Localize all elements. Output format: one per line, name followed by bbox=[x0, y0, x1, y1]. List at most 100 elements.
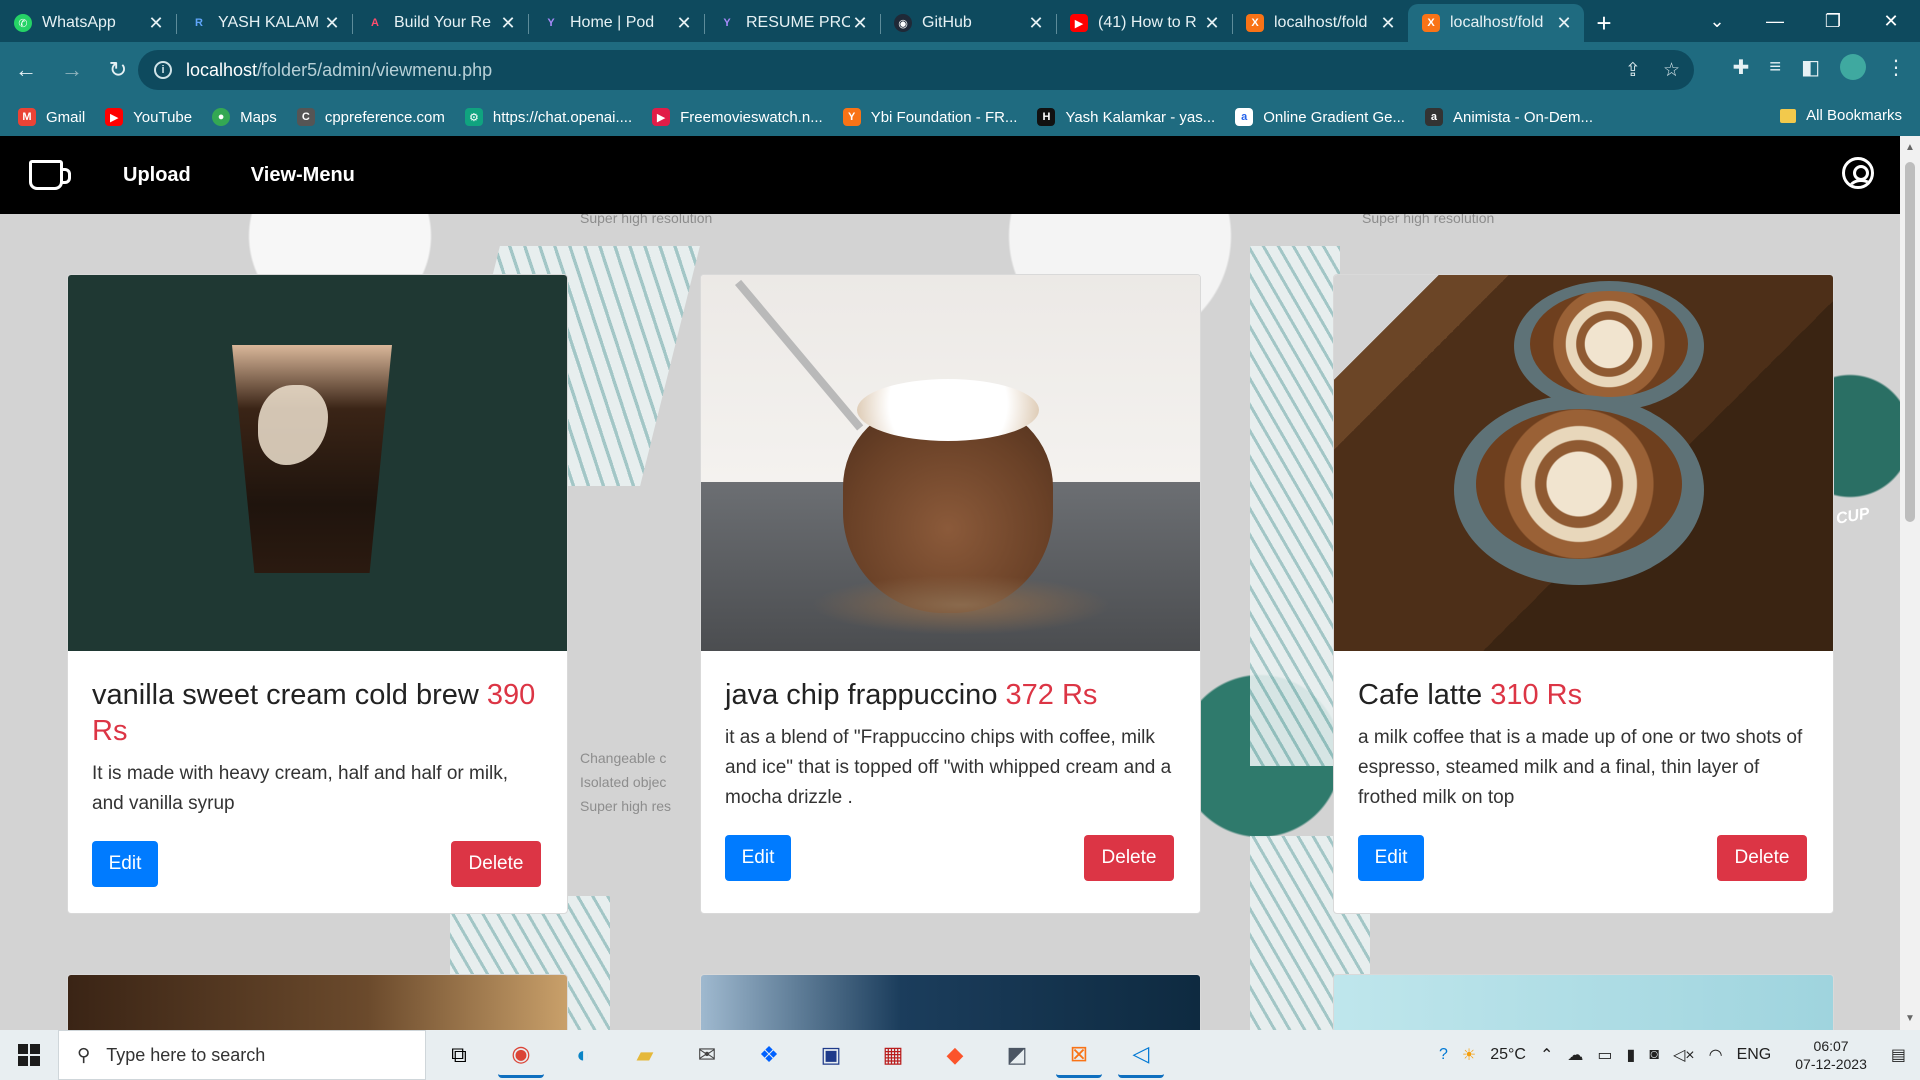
menu-icon[interactable]: ⋮ bbox=[1886, 55, 1906, 80]
edit-button[interactable]: Edit bbox=[725, 835, 791, 881]
reload-icon[interactable]: ↻ bbox=[98, 50, 138, 90]
start-button[interactable] bbox=[0, 1030, 58, 1080]
all-bookmarks-button[interactable]: All Bookmarks bbox=[1780, 107, 1902, 124]
close-window-icon[interactable]: ✕ bbox=[1862, 11, 1920, 32]
minimize-icon[interactable]: — bbox=[1746, 11, 1804, 32]
help-icon[interactable]: ? bbox=[1439, 1046, 1448, 1064]
app-icon[interactable]: ▦ bbox=[870, 1032, 916, 1078]
dropbox-icon[interactable]: ❖ bbox=[746, 1032, 792, 1078]
taskbar-search-box[interactable]: ⚲ Type here to search bbox=[58, 1030, 426, 1080]
close-tab-icon[interactable]: ✕ bbox=[1378, 13, 1398, 34]
file-explorer-icon[interactable]: ▰ bbox=[622, 1032, 668, 1078]
bookmark-ybi[interactable]: Y Ybi Foundation - FR... bbox=[842, 108, 1017, 126]
scroll-up-icon[interactable]: ▲ bbox=[1905, 142, 1915, 153]
tab-youtube[interactable]: ▶ (41) How to R ✕ bbox=[1056, 4, 1232, 42]
xampp-icon[interactable]: ⊠ bbox=[1056, 1032, 1102, 1078]
background-label: Super high res bbox=[580, 798, 672, 814]
chevron-up-icon[interactable]: ⌃ bbox=[1540, 1045, 1553, 1065]
openai-icon: ⚙ bbox=[464, 108, 483, 126]
notifications-icon[interactable]: ▤ bbox=[1891, 1045, 1906, 1065]
close-tab-icon[interactable]: ✕ bbox=[1202, 13, 1222, 34]
cloud-icon[interactable]: ☁ bbox=[1567, 1045, 1583, 1065]
bookmark-chatgpt[interactable]: ⚙ https://chat.openai.... bbox=[464, 108, 632, 126]
close-tab-icon[interactable]: ✕ bbox=[674, 13, 694, 34]
tab-search-icon[interactable]: ⌄ bbox=[1688, 11, 1746, 32]
share-icon[interactable]: ⇪ bbox=[1625, 59, 1641, 82]
bookmark-cppreference[interactable]: Ccppreference.com bbox=[296, 108, 445, 126]
search-icon: ⚲ bbox=[77, 1044, 91, 1065]
nav-view-menu[interactable]: View-Menu bbox=[251, 164, 355, 187]
tab-strip: ✆ WhatsApp ✕ R YASH KALAM ✕ A Build Your… bbox=[0, 0, 1920, 42]
tab-resume-pro[interactable]: Y RESUME PRO ✕ bbox=[704, 4, 880, 42]
chrome-icon[interactable]: ◉ bbox=[498, 1032, 544, 1078]
wifi-icon[interactable]: ◠ bbox=[1709, 1045, 1723, 1065]
display-icon[interactable]: ▭ bbox=[1597, 1045, 1612, 1065]
task-view-icon[interactable]: ⧉ bbox=[436, 1032, 482, 1078]
background-cup bbox=[1250, 246, 1340, 766]
tab-localhost-active[interactable]: X localhost/fold ✕ bbox=[1408, 4, 1584, 42]
background-label: Changeable c bbox=[580, 750, 667, 766]
cppreference-icon: C bbox=[296, 108, 315, 126]
delete-button[interactable]: Delete bbox=[1717, 835, 1807, 881]
edge-icon[interactable]: ◐ bbox=[560, 1032, 606, 1078]
tab-localhost-1[interactable]: X localhost/fold ✕ bbox=[1232, 4, 1408, 42]
url-text[interactable]: localhost/folder5/admin/viewmenu.php bbox=[186, 60, 492, 81]
back-icon[interactable]: ← bbox=[6, 50, 46, 90]
close-tab-icon[interactable]: ✕ bbox=[498, 13, 518, 34]
store-icon[interactable]: ▣ bbox=[808, 1032, 854, 1078]
tab-home-pod[interactable]: Y Home | Pod ✕ bbox=[528, 4, 704, 42]
clock[interactable]: 06:07 07-12-2023 bbox=[1795, 1037, 1867, 1073]
scrollbar-thumb[interactable] bbox=[1905, 162, 1915, 522]
cocoa-dust-graphic bbox=[811, 575, 1111, 635]
item-description: It is made with heavy cream, half and ha… bbox=[92, 763, 509, 814]
mail-icon[interactable]: ✉ bbox=[684, 1032, 730, 1078]
edit-button[interactable]: Edit bbox=[92, 841, 158, 887]
bookmark-youtube[interactable]: ▶ YouTube bbox=[105, 108, 192, 126]
extensions-icon[interactable]: ✚ bbox=[1733, 55, 1750, 80]
nav-upload[interactable]: Upload bbox=[123, 164, 191, 187]
brave-icon[interactable]: ◆ bbox=[932, 1032, 978, 1078]
coffee-logo-icon[interactable] bbox=[29, 160, 71, 190]
volume-icon[interactable]: ◁× bbox=[1673, 1045, 1695, 1065]
forward-icon[interactable]: → bbox=[52, 50, 92, 90]
weather-temp[interactable]: 25°C bbox=[1490, 1046, 1526, 1064]
language-indicator[interactable]: ENG bbox=[1737, 1046, 1772, 1064]
close-tab-icon[interactable]: ✕ bbox=[146, 13, 166, 34]
bookmark-gmail[interactable]: M Gmail bbox=[18, 108, 85, 126]
bookmark-maps[interactable]: ● Maps bbox=[212, 108, 277, 126]
bookmark-freemovies[interactable]: ▶ Freemovieswatch.n... bbox=[652, 108, 823, 126]
tab-build-resume[interactable]: A Build Your Re ✕ bbox=[352, 4, 528, 42]
bookmark-star-icon[interactable]: ☆ bbox=[1663, 59, 1680, 82]
close-tab-icon[interactable]: ✕ bbox=[850, 13, 870, 34]
delete-button[interactable]: Delete bbox=[451, 841, 541, 887]
weather-icon[interactable]: ☀ bbox=[1462, 1045, 1476, 1065]
page-scrollbar[interactable]: ▲ ▼ bbox=[1900, 136, 1920, 1030]
new-tab-button[interactable]: + bbox=[1584, 4, 1624, 42]
profile-avatar[interactable] bbox=[1840, 54, 1866, 80]
camera-icon[interactable]: ◙ bbox=[1649, 1046, 1659, 1064]
battery-icon[interactable]: ▮ bbox=[1626, 1045, 1635, 1065]
address-bar[interactable]: i localhost/folder5/admin/viewmenu.php ⇪… bbox=[138, 50, 1694, 90]
close-tab-icon[interactable]: ✕ bbox=[1554, 13, 1574, 34]
side-panel-icon[interactable]: ◧ bbox=[1801, 55, 1820, 80]
vscode-icon[interactable]: ◁ bbox=[1118, 1032, 1164, 1078]
whipped-cream-graphic bbox=[857, 379, 1039, 441]
tab-title: localhost/fold bbox=[1450, 14, 1544, 31]
bookmark-gradient[interactable]: a Online Gradient Ge... bbox=[1235, 108, 1405, 126]
close-tab-icon[interactable]: ✕ bbox=[1026, 13, 1046, 34]
bookmark-animista[interactable]: a Animista - On-Dem... bbox=[1424, 108, 1593, 126]
windows-taskbar: ⚲ Type here to search ⧉ ◉ ◐ ▰ ✉ ❖ ▣ ▦ ◆ … bbox=[0, 1030, 1920, 1080]
edit-button[interactable]: Edit bbox=[1358, 835, 1424, 881]
notes-app-icon[interactable]: ◩ bbox=[994, 1032, 1040, 1078]
delete-button[interactable]: Delete bbox=[1084, 835, 1174, 881]
scroll-down-icon[interactable]: ▼ bbox=[1905, 1013, 1915, 1024]
site-info-icon[interactable]: i bbox=[154, 61, 172, 79]
close-tab-icon[interactable]: ✕ bbox=[322, 13, 342, 34]
tab-whatsapp[interactable]: ✆ WhatsApp ✕ bbox=[0, 4, 176, 42]
reading-list-icon[interactable]: ≡ bbox=[1769, 56, 1781, 79]
bookmark-yash-kalamkar[interactable]: H Yash Kalamkar - yas... bbox=[1037, 108, 1215, 126]
tab-github[interactable]: ◉ GitHub ✕ bbox=[880, 4, 1056, 42]
user-account-icon[interactable] bbox=[1842, 157, 1874, 189]
tab-yash-kalamkar[interactable]: R YASH KALAM ✕ bbox=[176, 4, 352, 42]
restore-icon[interactable]: ❐ bbox=[1804, 11, 1862, 32]
